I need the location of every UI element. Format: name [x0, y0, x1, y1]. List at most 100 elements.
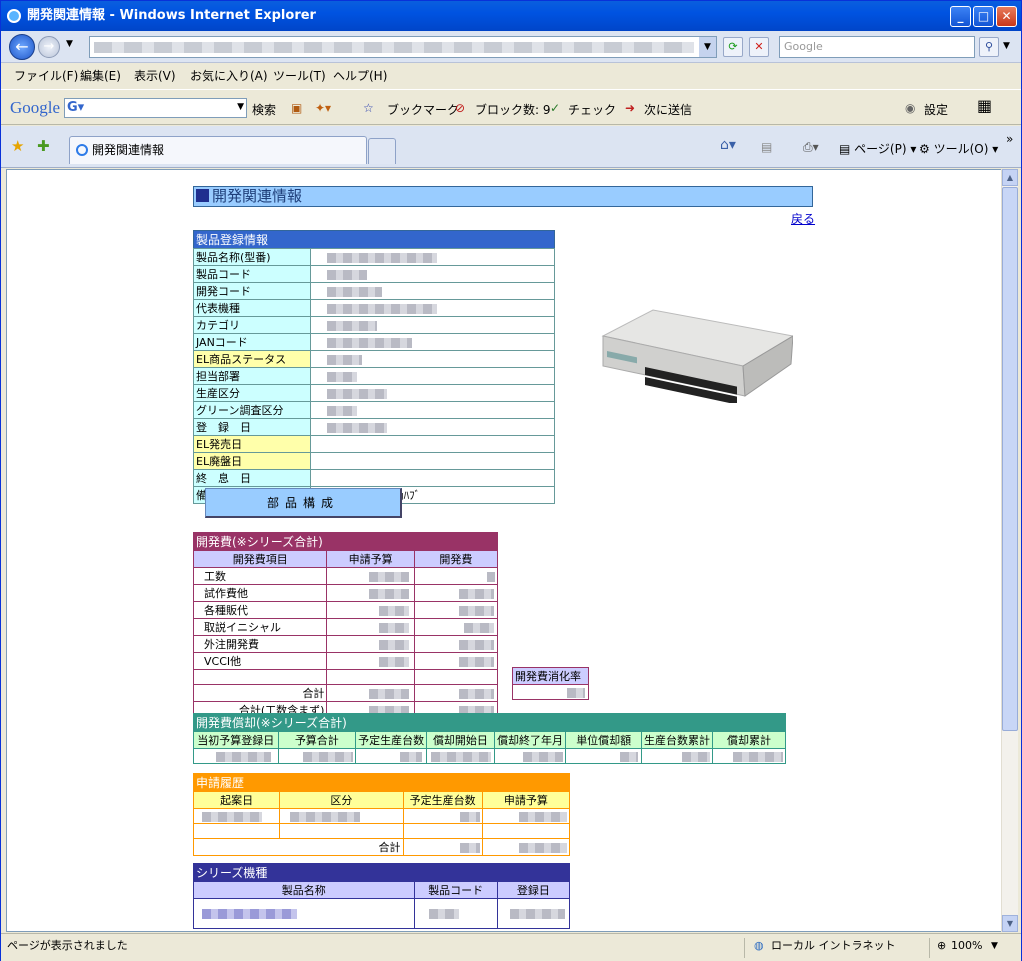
tab-active[interactable]: 開発関連情報	[69, 136, 367, 164]
scroll-up-icon[interactable]: ▲	[1002, 169, 1018, 186]
cost-vcci-budget	[326, 652, 415, 670]
dev-cost-table: 開発費(※シリーズ合計) 開発費項目 申請予算 開発費 工数 試作費他 各種販代…	[192, 532, 499, 719]
send-to-button[interactable]: 次に送信	[644, 101, 692, 118]
label-production-category: 生産区分	[193, 384, 311, 402]
series-header: シリーズ機種	[193, 863, 570, 882]
puzzle-icon[interactable]: ✦▾	[315, 101, 331, 115]
zoom-dropdown-icon[interactable]: ▼	[991, 934, 998, 958]
value-registration-date	[310, 418, 555, 436]
scroll-thumb[interactable]	[1002, 187, 1018, 731]
title-bar: 開発関連情報 - Windows Internet Explorer _ □ ✕	[1, 1, 1021, 31]
value-production-category	[310, 384, 555, 402]
col-cumulative-units: 生産台数累計	[641, 731, 713, 749]
menu-tools[interactable]: ツール(T)	[273, 64, 326, 88]
google-search-button[interactable]: 検索	[252, 101, 276, 118]
cost-rate-table: 開発費消化率	[512, 667, 589, 700]
col-requested-budget: 申請予算	[481, 791, 571, 809]
page-menu-label: ページ(P)	[854, 142, 907, 156]
stop-icon[interactable]: ✕	[749, 37, 769, 57]
chevron-more-icon[interactable]: »	[1006, 132, 1013, 146]
label-department: 担当部署	[193, 367, 311, 385]
menu-file[interactable]: ファイル(F)	[14, 64, 78, 88]
vertical-scrollbar[interactable]: ▲ ▼	[1001, 169, 1018, 932]
menu-view[interactable]: 表示(V)	[134, 64, 176, 88]
toolbar-options-icon[interactable]: ▦	[977, 96, 992, 115]
cost-hours-actual	[413, 567, 499, 585]
label-representative-model: 代表機種	[193, 299, 311, 317]
tab-label: 開発関連情報	[92, 143, 165, 157]
cost-sales-budget	[326, 601, 415, 619]
product-image-switch	[601, 309, 793, 403]
back-button[interactable]: ←	[9, 34, 35, 60]
label-green-survey: グリーン調査区分	[193, 401, 311, 419]
amort-cell	[712, 748, 786, 764]
address-dropdown-icon[interactable]: ▼	[699, 37, 716, 57]
google-logo: Google	[10, 98, 61, 117]
page-menu[interactable]: ▤ ページ(P) ▾	[839, 140, 916, 157]
amortization-table: 開発費償却(※シリーズ合計) 当初予算登録日 予算合計 予定生産台数 償却開始日…	[193, 713, 786, 764]
minimize-button[interactable]: _	[950, 6, 971, 27]
bookmark-button[interactable]: ブックマーク	[387, 101, 459, 118]
cost-outsource-actual	[413, 635, 499, 653]
new-tab-button[interactable]	[368, 138, 396, 164]
scroll-down-icon[interactable]: ▼	[1002, 915, 1018, 932]
news-icon[interactable]: ▣	[291, 101, 302, 115]
favorites-star-icon[interactable]: ★	[11, 137, 24, 155]
google-search-box[interactable]: G▾ ▼	[64, 98, 247, 118]
col-category: 区分	[279, 791, 404, 809]
tools-menu[interactable]: ⚙ ツール(O) ▾	[919, 140, 998, 157]
app-total-budget	[481, 838, 571, 856]
cost-blank-actual	[413, 669, 499, 685]
security-zone[interactable]: ローカル イントラネット	[771, 934, 896, 958]
maximize-button[interactable]: □	[973, 6, 994, 27]
col-initial-budget-date: 当初予算登録日	[193, 731, 279, 749]
col-registration-date: 登録日	[496, 881, 571, 899]
cost-item-manual: 取説イニシャル	[192, 618, 328, 636]
zoom-level[interactable]: 100%	[951, 934, 982, 958]
back-link[interactable]: 戻る	[791, 210, 815, 227]
menu-edit[interactable]: 編集(E)	[80, 64, 121, 88]
cost-item-hours: 工数	[192, 567, 328, 585]
app-cell	[279, 823, 404, 839]
blocked-count[interactable]: ブロック数: 9	[475, 101, 551, 118]
col-cost-item: 開発費項目	[192, 550, 328, 568]
add-favorites-icon[interactable]: ✚	[37, 137, 50, 155]
series-models-table: シリーズ機種 製品名称 製品コード 登録日	[193, 863, 571, 929]
cost-prototype-budget	[326, 584, 415, 602]
navigation-bar: ← → ▼ ▼ ⟳ ✕ Google ⚲ ▼	[1, 31, 1021, 63]
search-options-icon[interactable]: ▼	[1003, 41, 1010, 51]
refresh-icon[interactable]: ⟳	[723, 37, 743, 57]
google-dropdown-icon[interactable]: ▼	[237, 102, 244, 112]
label-product-code: 製品コード	[193, 265, 311, 283]
close-button[interactable]: ✕	[996, 6, 1017, 27]
cost-item-sales: 各種販代	[192, 601, 328, 619]
search-input[interactable]: Google	[779, 36, 975, 58]
app-cell	[192, 808, 281, 824]
forward-button[interactable]: →	[38, 36, 60, 58]
series-product-link[interactable]	[193, 898, 415, 929]
settings-button[interactable]: 設定	[924, 101, 948, 118]
cost-item-outsource: 外注開発費	[192, 635, 328, 653]
label-el-discontinue-date: EL廃盤日	[193, 452, 311, 470]
check-button[interactable]: チェック	[568, 101, 616, 118]
cost-total-budget	[326, 684, 415, 702]
status-bar: ページが表示されました ◍ ローカル イントラネット ⊕ 100% ▼	[1, 933, 1021, 961]
print-icon[interactable]: ⎙▾	[803, 140, 819, 155]
parts-structure-button[interactable]: 部品構成	[205, 488, 402, 518]
value-jan-code	[310, 333, 555, 351]
address-bar[interactable]: ▼	[89, 36, 717, 58]
cost-hours-budget	[326, 567, 415, 585]
value-el-status	[310, 350, 555, 368]
google-g-icon: G▾	[67, 100, 85, 115]
menu-favorites[interactable]: お気に入り(A)	[190, 64, 268, 88]
col-planned-production: 予定生産台数	[402, 791, 483, 809]
cost-prototype-actual	[413, 584, 499, 602]
menu-help[interactable]: ヘルプ(H)	[333, 64, 387, 88]
value-product-code	[310, 265, 555, 283]
amortization-header: 開発費償却(※シリーズ合計)	[193, 713, 786, 732]
history-dropdown-icon[interactable]: ▼	[66, 39, 73, 49]
home-icon[interactable]: ⌂▾	[720, 137, 736, 153]
application-header: 申請履歴	[193, 773, 570, 792]
search-go-icon[interactable]: ⚲	[979, 37, 999, 57]
feeds-icon[interactable]: ▤	[761, 140, 772, 154]
